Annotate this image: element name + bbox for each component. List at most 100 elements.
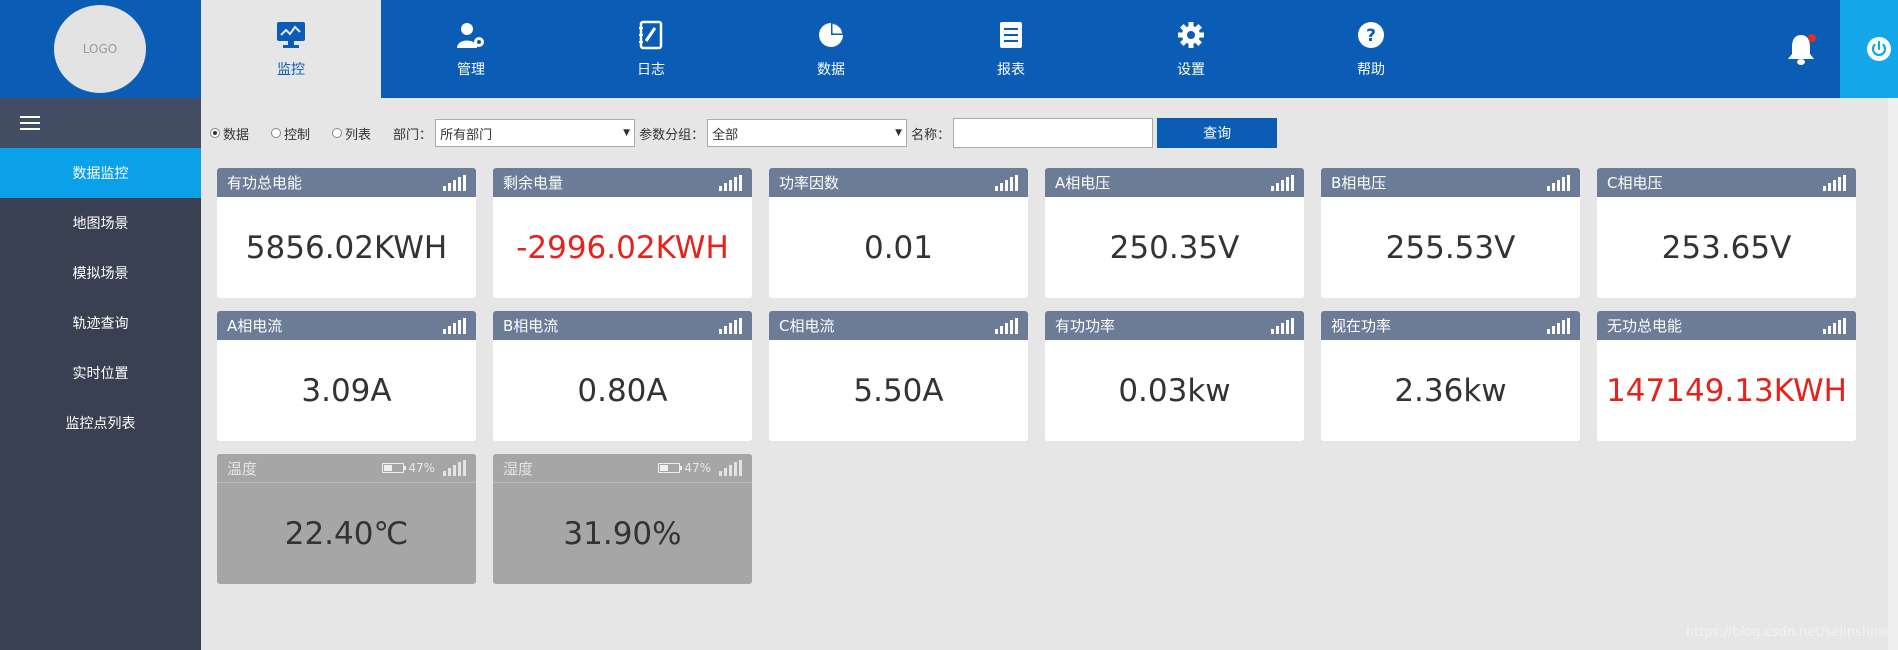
power-icon	[1867, 37, 1891, 61]
nav-label: 数据	[817, 62, 845, 78]
param-group-value: 全部	[712, 127, 739, 143]
card-title: 无功总电能	[1607, 317, 1683, 335]
radio-control[interactable]: 控制	[271, 124, 310, 143]
metric-card[interactable]: 温度 47% 22.40℃	[217, 454, 476, 584]
dropdown-arrow-icon: ▼	[623, 128, 631, 138]
card-value: 147149.13KWH	[1606, 372, 1847, 409]
card-value: 22.40℃	[284, 515, 409, 552]
card-status	[1271, 317, 1294, 334]
notification-bell-icon[interactable]	[1786, 32, 1818, 68]
metric-card[interactable]: 功率因数 0.01	[769, 168, 1028, 298]
nav-label: 监控	[277, 62, 305, 78]
card-value: 0.03kw	[1118, 372, 1231, 409]
card-header: 有功功率	[1045, 311, 1304, 340]
card-header: 功率因数	[769, 168, 1028, 197]
pie-chart-icon	[815, 19, 847, 51]
card-title: 功率因数	[779, 174, 840, 192]
report-icon	[995, 19, 1027, 51]
battery-icon	[382, 463, 407, 473]
metric-card[interactable]: A相电压 250.35V	[1045, 168, 1304, 298]
nav-data[interactable]: 数据	[741, 0, 921, 98]
nav-settings[interactable]: 设置	[1101, 0, 1281, 98]
sidebar-item-realtime-location[interactable]: 实时位置	[0, 348, 201, 398]
metric-card[interactable]: A相电流 3.09A	[217, 311, 476, 441]
battery-indicator: 47%	[382, 461, 435, 475]
card-title: C相电流	[779, 317, 835, 335]
user-gear-icon	[455, 19, 487, 51]
battery-indicator: 47%	[658, 461, 711, 475]
signal-icon	[443, 317, 466, 334]
sidebar-item-track-query[interactable]: 轨迹查询	[0, 298, 201, 348]
nav-log[interactable]: 日志	[561, 0, 741, 98]
card-title: B相电流	[503, 317, 559, 335]
metric-card[interactable]: C相电压 253.65V	[1597, 168, 1856, 298]
menu-toggle-button[interactable]	[0, 98, 201, 148]
signal-icon	[1823, 174, 1846, 191]
nav-label: 设置	[1177, 62, 1205, 78]
card-header: 湿度 47%	[493, 454, 752, 483]
signal-icon	[995, 317, 1018, 334]
card-status	[719, 174, 742, 191]
card-title: 有功功率	[1055, 317, 1116, 335]
card-value: 5.50A	[853, 372, 944, 409]
card-title: 视在功率	[1331, 317, 1392, 335]
radio-circle[interactable]	[271, 128, 282, 138]
card-header: B相电压	[1321, 168, 1580, 197]
card-title: 湿度	[503, 459, 534, 478]
help-icon: ?	[1355, 19, 1387, 51]
signal-icon	[719, 460, 742, 476]
metric-card[interactable]: 剩余电量 -2996.02KWH	[493, 168, 752, 298]
power-button[interactable]	[1840, 0, 1898, 98]
card-value: 0.80A	[577, 372, 668, 409]
metric-card[interactable]: 无功总电能 147149.13KWH	[1597, 311, 1856, 441]
nav-manage[interactable]: 管理	[381, 0, 561, 98]
card-status	[443, 174, 466, 191]
radio-circle[interactable]	[210, 128, 220, 138]
card-header: C相电压	[1597, 168, 1856, 197]
card-header: A相电流	[217, 311, 476, 340]
metric-card[interactable]: 视在功率 2.36kw	[1321, 311, 1580, 441]
signal-icon	[1823, 317, 1846, 334]
nav-report[interactable]: 报表	[921, 0, 1101, 98]
nav-help[interactable]: ? 帮助	[1281, 0, 1461, 98]
param-group-select[interactable]: 全部 ▼	[707, 119, 908, 147]
signal-icon	[1271, 317, 1294, 334]
metric-card[interactable]: 有功总电能 5856.02KWH	[217, 168, 476, 298]
department-label: 部门：	[393, 127, 433, 143]
sidebar-item-data-monitor[interactable]: 数据监控	[0, 148, 201, 198]
radio-circle[interactable]	[332, 128, 343, 138]
name-input[interactable]	[953, 118, 1154, 148]
radio-data[interactable]: 数据	[210, 124, 249, 143]
card-status	[1823, 174, 1846, 191]
battery-percent: 47%	[408, 461, 435, 475]
department-select[interactable]: 所有部门 ▼	[435, 119, 636, 147]
query-button[interactable]: 查询	[1157, 118, 1278, 148]
metric-card[interactable]: C相电流 5.50A	[769, 311, 1028, 441]
nav-label: 报表	[997, 62, 1025, 78]
metric-card[interactable]: B相电流 0.80A	[493, 311, 752, 441]
metric-card[interactable]: B相电压 255.53V	[1321, 168, 1580, 298]
logo[interactable]: LOGO	[54, 5, 146, 93]
sidebar-item-monitor-point-list[interactable]: 监控点列表	[0, 398, 201, 448]
radio-list[interactable]: 列表	[332, 124, 371, 143]
main-nav: 监控 管理 日志 数据 报表 设置 ? 帮助	[201, 0, 1461, 98]
signal-icon	[719, 317, 742, 334]
sidebar-item-map-scene[interactable]: 地图场景	[0, 198, 201, 248]
nav-label: 管理	[457, 62, 485, 78]
card-value: 3.09A	[301, 372, 392, 409]
param-group-label: 参数分组：	[639, 127, 705, 143]
top-bar: LOGO 监控 管理 日志 数据 报表 设置 ? 帮助	[0, 0, 1898, 98]
radio-label: 数据	[223, 127, 250, 143]
sidebar-item-simulation-scene[interactable]: 模拟场景	[0, 248, 201, 298]
signal-icon	[443, 460, 466, 476]
card-header: A相电压	[1045, 168, 1304, 197]
card-title: 温度	[227, 459, 258, 478]
metric-card[interactable]: 有功功率 0.03kw	[1045, 311, 1304, 441]
signal-icon	[443, 174, 466, 191]
card-status	[1271, 174, 1294, 191]
card-title: C相电压	[1607, 174, 1663, 192]
metric-card[interactable]: 湿度 47% 31.90%	[493, 454, 752, 584]
nav-monitor[interactable]: 监控	[201, 0, 381, 98]
scrollbar[interactable]	[1888, 98, 1898, 650]
card-header: B相电流	[493, 311, 752, 340]
